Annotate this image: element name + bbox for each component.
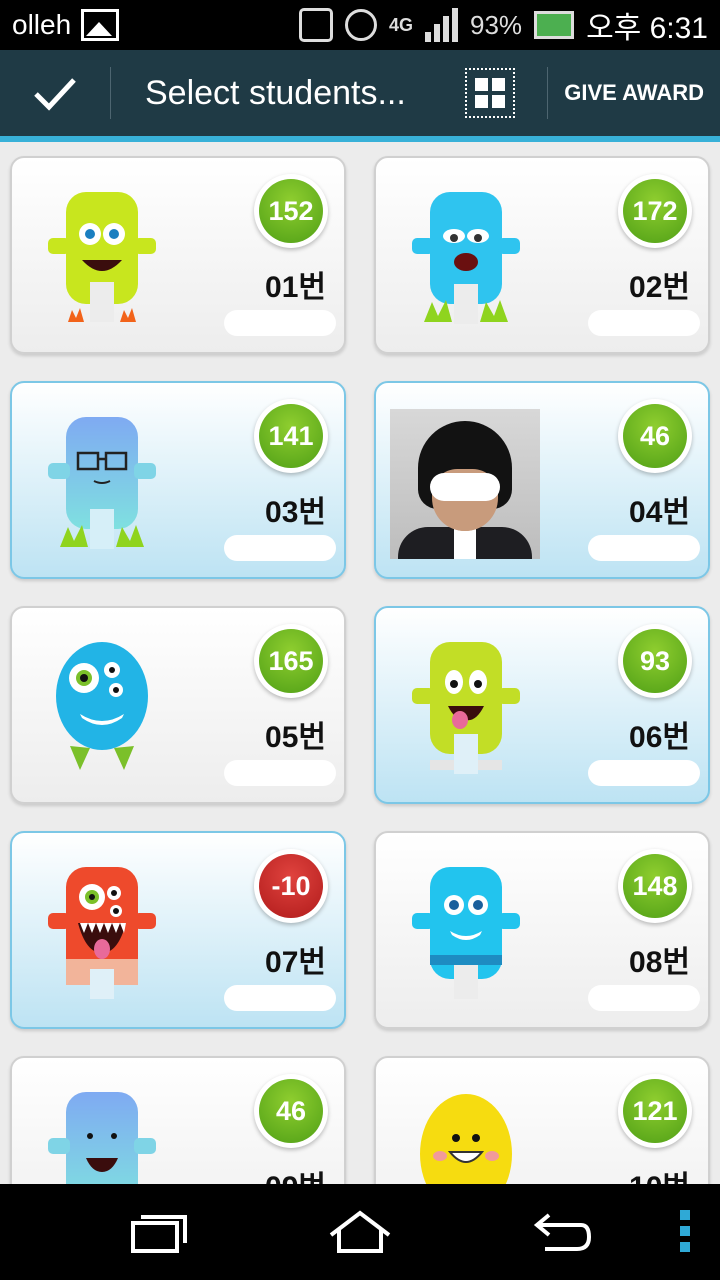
student-number: 07번: [265, 946, 326, 979]
student-number: 10번: [629, 1162, 690, 1184]
points-badge: 121: [618, 1074, 692, 1148]
points-badge: 93: [618, 624, 692, 698]
battery-percent: 93%: [470, 9, 523, 40]
phone-icon: [299, 8, 333, 42]
select-all-grid-icon[interactable]: [465, 68, 516, 118]
student-number: 06번: [629, 721, 690, 754]
student-card[interactable]: 141 03번: [10, 381, 346, 579]
home-button[interactable]: [305, 1184, 415, 1280]
network-type-label: 4G: [389, 15, 414, 35]
student-card[interactable]: 46 04번: [374, 381, 710, 579]
points-badge: -10: [254, 849, 328, 923]
green-tongue-monster-icon: [406, 632, 526, 780]
checkmark-icon: [34, 78, 76, 111]
student-card[interactable]: 148 08번: [374, 831, 710, 1029]
student-card[interactable]: 172 02번: [374, 156, 710, 354]
points-badge: 46: [618, 399, 692, 473]
student-name-redacted: [224, 535, 336, 561]
status-bar: olleh 4G 93% 오후 6:31: [0, 0, 720, 50]
navigation-bar: [0, 1184, 720, 1280]
green-monster-icon: [42, 182, 162, 330]
battery-icon: [534, 11, 575, 39]
done-button[interactable]: [0, 47, 110, 139]
student-name-redacted: [224, 760, 336, 786]
student-name-redacted: [588, 760, 700, 786]
app-screen: { "status_bar": { "carrier": "olleh", "n…: [0, 0, 720, 1280]
student-photo: [390, 409, 540, 559]
overflow-menu-icon[interactable]: [680, 1210, 690, 1252]
student-name-redacted: [588, 985, 700, 1011]
yellow-furry-monster-icon: [406, 1082, 526, 1184]
student-grid: 152 01번 172 02번 141 03번 46 04번 165 05번 9…: [0, 148, 720, 1184]
clock: 오후 6:31: [586, 12, 708, 45]
student-name-redacted: [588, 310, 700, 336]
back-icon: [533, 1213, 592, 1251]
points-badge: 141: [254, 399, 328, 473]
recent-apps-button[interactable]: [105, 1184, 215, 1280]
student-name-redacted: [224, 985, 336, 1011]
alarm-icon: [345, 9, 377, 41]
signal-icon: [425, 8, 459, 42]
blue-sleepy-monster-icon: [406, 182, 526, 330]
points-badge: 165: [254, 624, 328, 698]
recent-apps-icon: [131, 1215, 187, 1253]
student-number: 09번: [265, 1162, 326, 1184]
points-badge: 148: [618, 849, 692, 923]
student-name-redacted: [588, 535, 700, 561]
page-title: Select students...: [145, 73, 406, 112]
student-number: 04번: [629, 496, 690, 529]
cyan-monster-icon: [406, 857, 526, 1005]
give-award-button[interactable]: GIVE AWARD: [548, 80, 720, 106]
back-button[interactable]: [505, 1184, 615, 1280]
points-badge: 46: [254, 1074, 328, 1148]
student-card[interactable]: -10 07번: [10, 831, 346, 1029]
student-number: 05번: [265, 721, 326, 754]
student-card[interactable]: 152 01번: [10, 156, 346, 354]
points-badge: 152: [254, 174, 328, 248]
blue-furry-monster-icon: [42, 632, 162, 780]
red-monster-icon: [42, 857, 162, 1005]
home-icon: [329, 1210, 391, 1253]
points-badge: 172: [618, 174, 692, 248]
student-card[interactable]: 121 10번: [374, 1056, 710, 1184]
student-number: 01번: [265, 271, 326, 304]
student-number: 08번: [629, 946, 690, 979]
carrier-label: olleh: [12, 9, 72, 40]
blue-monster-icon: [42, 1082, 162, 1184]
action-bar: Select students... GIVE AWARD: [0, 50, 720, 142]
student-number: 02번: [629, 271, 690, 304]
student-number: 03번: [265, 496, 326, 529]
image-notification-icon: [81, 9, 120, 41]
student-card[interactable]: 165 05번: [10, 606, 346, 804]
blue-glasses-monster-icon: [42, 407, 162, 555]
student-name-redacted: [224, 310, 336, 336]
student-card[interactable]: 46 09번: [10, 1056, 346, 1184]
student-card[interactable]: 93 06번: [374, 606, 710, 804]
